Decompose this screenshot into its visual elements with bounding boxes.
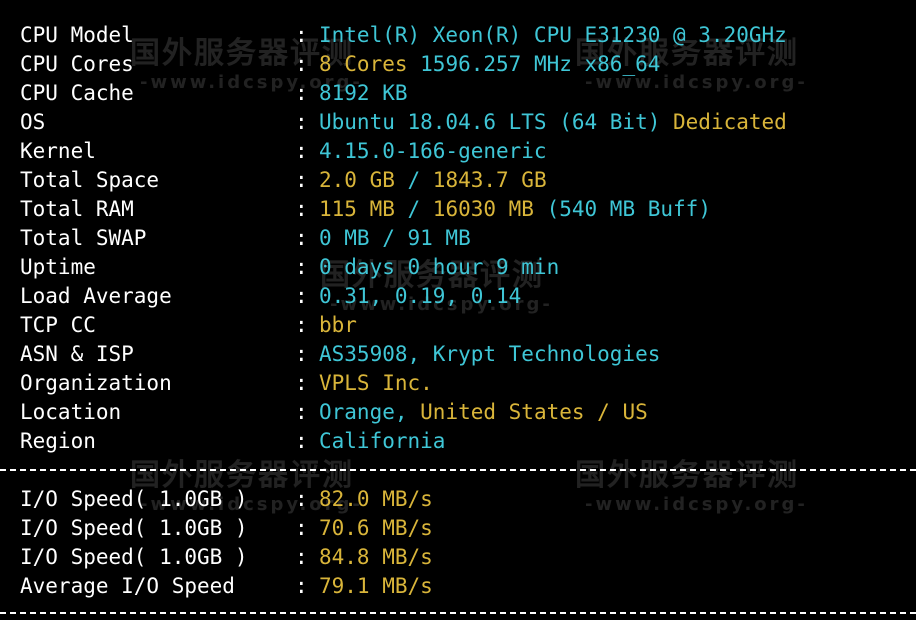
value-segment: 16030 MB bbox=[432, 197, 534, 221]
row-label: CPU Cache bbox=[20, 81, 134, 105]
value-segment: Dedicated bbox=[660, 110, 787, 134]
value-segment: United States / US bbox=[407, 400, 648, 424]
row-value: California bbox=[319, 427, 445, 456]
row-label: ASN & ISP bbox=[20, 342, 134, 366]
row-separator: : bbox=[295, 197, 308, 221]
value-segment: bbr bbox=[319, 313, 357, 337]
row-value: 8 Cores 1596.257 MHz x86_64 bbox=[319, 50, 660, 79]
row-separator: : bbox=[295, 371, 308, 395]
row-label: Total Space bbox=[20, 168, 160, 192]
value-segment: 0 MB / 91 MB bbox=[319, 226, 471, 250]
row-separator: : bbox=[295, 81, 308, 105]
row-value: 0 days 0 hour 9 min bbox=[319, 253, 559, 282]
row-label: I/O Speed( 1.0GB ) bbox=[20, 487, 248, 511]
row-value: bbr bbox=[319, 311, 357, 340]
row-label: Total RAM bbox=[20, 197, 134, 221]
row-label: CPU Cores bbox=[20, 52, 134, 76]
row-separator: : bbox=[295, 284, 308, 308]
row-value: Intel(R) Xeon(R) CPU E31230 @ 3.20GHz bbox=[319, 21, 787, 50]
row-value: 0.31, 0.19, 0.14 bbox=[319, 282, 521, 311]
row-label: TCP CC bbox=[20, 313, 96, 337]
row-separator: : bbox=[295, 226, 308, 250]
row-value: AS35908, Krypt Technologies bbox=[319, 340, 660, 369]
row-value: VPLS Inc. bbox=[319, 369, 433, 398]
row-label: I/O Speed( 1.0GB ) bbox=[20, 516, 248, 540]
row-separator: : bbox=[295, 487, 308, 511]
row-value: 70.6 MB/s bbox=[319, 514, 433, 543]
value-segment: 79.1 MB/s bbox=[319, 574, 433, 598]
row-separator: : bbox=[295, 400, 308, 424]
row-value: 4.15.0-166-generic bbox=[319, 137, 547, 166]
value-segment: / bbox=[394, 168, 433, 192]
value-segment: 0 days 0 hour 9 min bbox=[319, 255, 560, 279]
value-segment: VPLS Inc. bbox=[319, 371, 433, 395]
row-separator: : bbox=[295, 110, 308, 134]
row-value: Ubuntu 18.04.6 LTS (64 Bit) Dedicated bbox=[319, 108, 787, 137]
row-label: Total SWAP bbox=[20, 226, 147, 250]
separator-line bbox=[0, 612, 916, 614]
row-label: OS bbox=[20, 110, 46, 134]
value-segment: 84.8 MB/s bbox=[319, 545, 433, 569]
value-segment: / bbox=[394, 197, 433, 221]
row-label: Load Average bbox=[20, 284, 172, 308]
value-segment: 115 MB bbox=[319, 197, 395, 221]
watermark-url: -www.idcspy.org- bbox=[585, 494, 808, 515]
terminal-window: 国外服务器评测 -www.idcspy.org- 国外服务器评测 -www.id… bbox=[0, 0, 916, 620]
row-label: Uptime bbox=[20, 255, 96, 279]
value-segment: California bbox=[319, 429, 446, 453]
value-segment: Intel(R) Xeon(R) CPU E31230 @ 3.20GHz bbox=[319, 23, 787, 47]
row-value: 8192 KB bbox=[319, 79, 408, 108]
row-separator: : bbox=[295, 545, 308, 569]
row-label: Organization bbox=[20, 371, 172, 395]
value-segment: 8192 KB bbox=[319, 81, 408, 105]
value-segment: Orange, bbox=[319, 400, 408, 424]
row-separator: : bbox=[295, 139, 308, 163]
row-separator: : bbox=[295, 516, 308, 540]
row-separator: : bbox=[295, 23, 308, 47]
separator-line bbox=[0, 469, 916, 471]
value-segment: 1596.257 MHz x86_64 bbox=[407, 52, 661, 76]
row-value: 115 MB / 16030 MB (540 MB Buff) bbox=[319, 195, 711, 224]
row-label: Average I/O Speed bbox=[20, 574, 235, 598]
value-segment: (540 MB Buff) bbox=[533, 197, 711, 221]
row-value: Orange, United States / US bbox=[319, 398, 648, 427]
row-label: Location bbox=[20, 400, 122, 424]
row-value: 84.8 MB/s bbox=[319, 543, 433, 572]
row-value: 0 MB / 91 MB bbox=[319, 224, 471, 253]
row-value: 79.1 MB/s bbox=[319, 572, 433, 601]
row-label: I/O Speed( 1.0GB ) bbox=[20, 545, 248, 569]
row-separator: : bbox=[295, 342, 308, 366]
row-separator: : bbox=[295, 574, 308, 598]
watermark: 国外服务器评测 -www.idcspy.org- bbox=[575, 450, 808, 515]
row-value: 82.0 MB/s bbox=[319, 485, 433, 514]
row-separator: : bbox=[295, 429, 308, 453]
value-segment: Ubuntu 18.04.6 LTS (64 Bit) bbox=[319, 110, 661, 134]
row-label: Region bbox=[20, 429, 96, 453]
row-separator: : bbox=[295, 168, 308, 192]
value-segment: 70.6 MB/s bbox=[319, 516, 433, 540]
value-segment: 82.0 MB/s bbox=[319, 487, 433, 511]
value-segment: 8 Cores bbox=[319, 52, 408, 76]
row-label: CPU Model bbox=[20, 23, 134, 47]
value-segment: 0.31, 0.19, 0.14 bbox=[319, 284, 522, 308]
row-separator: : bbox=[295, 313, 308, 337]
watermark-text: 国外服务器评测 bbox=[575, 458, 799, 493]
value-segment: 1843.7 GB bbox=[432, 168, 547, 192]
value-segment: 4.15.0-166-generic bbox=[319, 139, 547, 163]
value-segment: AS35908, Krypt Technologies bbox=[319, 342, 661, 366]
row-separator: : bbox=[295, 52, 308, 76]
value-segment: 2.0 GB bbox=[319, 168, 395, 192]
row-value: 2.0 GB / 1843.7 GB bbox=[319, 166, 547, 195]
row-separator: : bbox=[295, 255, 308, 279]
row-label: Kernel bbox=[20, 139, 96, 163]
